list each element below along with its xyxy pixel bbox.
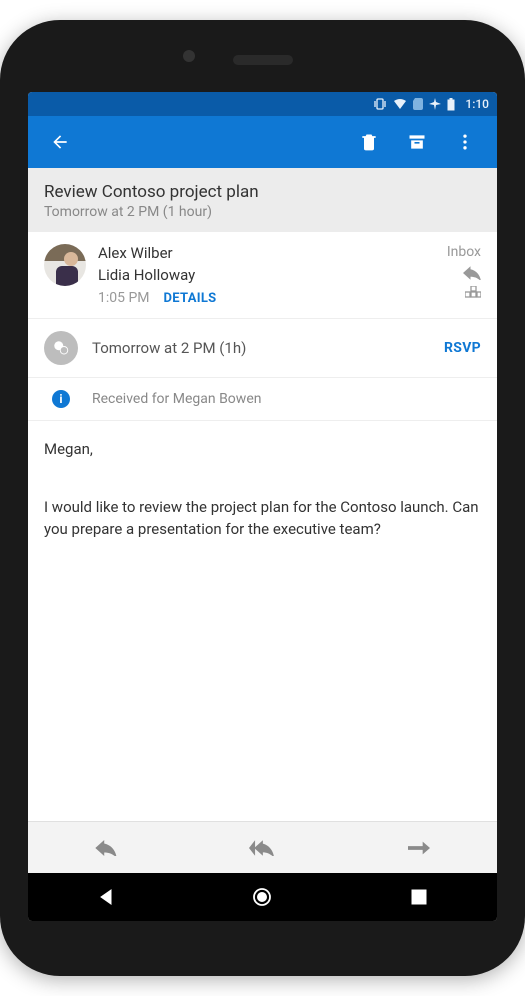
info-icon: i [52,390,70,408]
email-card: Alex Wilber Lidia Holloway 1:05 PM DETAI… [28,232,497,421]
no-sim-icon [413,98,423,110]
vibrate-icon [373,98,387,110]
reply-button[interactable] [28,822,184,873]
sender-name: Alex Wilber [98,244,419,262]
email-subtitle: Tomorrow at 2 PM (1 hour) [44,204,481,220]
archive-button[interactable] [397,122,437,162]
reply-all-button[interactable] [184,822,340,873]
email-body: Megan, I would like to review the projec… [28,421,497,821]
sender-info: Alex Wilber Lidia Holloway 1:05 PM DETAI… [98,244,419,306]
nav-recent-button[interactable] [389,889,449,905]
delegate-info-row: i Received for Megan Bowen [28,378,497,421]
event-row: Tomorrow at 2 PM (1h) RSVP [28,319,497,378]
forward-button[interactable] [341,822,497,873]
more-button[interactable] [445,122,485,162]
body-salutation: Megan, [44,439,481,461]
email-subject: Review Contoso project plan [44,182,481,202]
delete-button[interactable] [349,122,389,162]
details-button[interactable]: DETAILS [164,291,217,306]
app-bar [28,116,497,168]
apps-icon[interactable] [465,286,481,302]
nav-back-button[interactable] [76,888,136,906]
recipient-name: Lidia Holloway [98,266,419,284]
status-time: 1:10 [465,97,489,111]
android-nav-bar [28,873,497,921]
nav-home-button[interactable] [232,887,292,907]
sender-block: Alex Wilber Lidia Holloway 1:05 PM DETAI… [28,232,497,319]
chat-icon [44,331,78,365]
folder-label: Inbox [447,244,481,260]
bottom-action-bar [28,821,497,873]
status-bar: 1:10 [28,92,497,116]
delegate-info-text: Received for Megan Bowen [92,391,261,407]
sent-time: 1:05 PM [98,290,150,306]
phone-frame: 1:10 Review Contoso project plan Tomorro… [0,20,525,976]
rsvp-button[interactable]: RSVP [444,340,481,356]
subject-area: Review Contoso project plan Tomorrow at … [28,168,497,232]
event-time-text: Tomorrow at 2 PM (1h) [92,339,430,357]
back-button[interactable] [40,122,80,162]
airplane-icon [429,98,441,110]
sender-avatar[interactable] [44,244,86,286]
wifi-icon [393,98,407,110]
screen: 1:10 Review Contoso project plan Tomorro… [28,92,497,921]
reply-icon[interactable] [463,266,481,280]
body-paragraph: I would like to review the project plan … [44,497,481,541]
battery-icon [447,98,455,111]
